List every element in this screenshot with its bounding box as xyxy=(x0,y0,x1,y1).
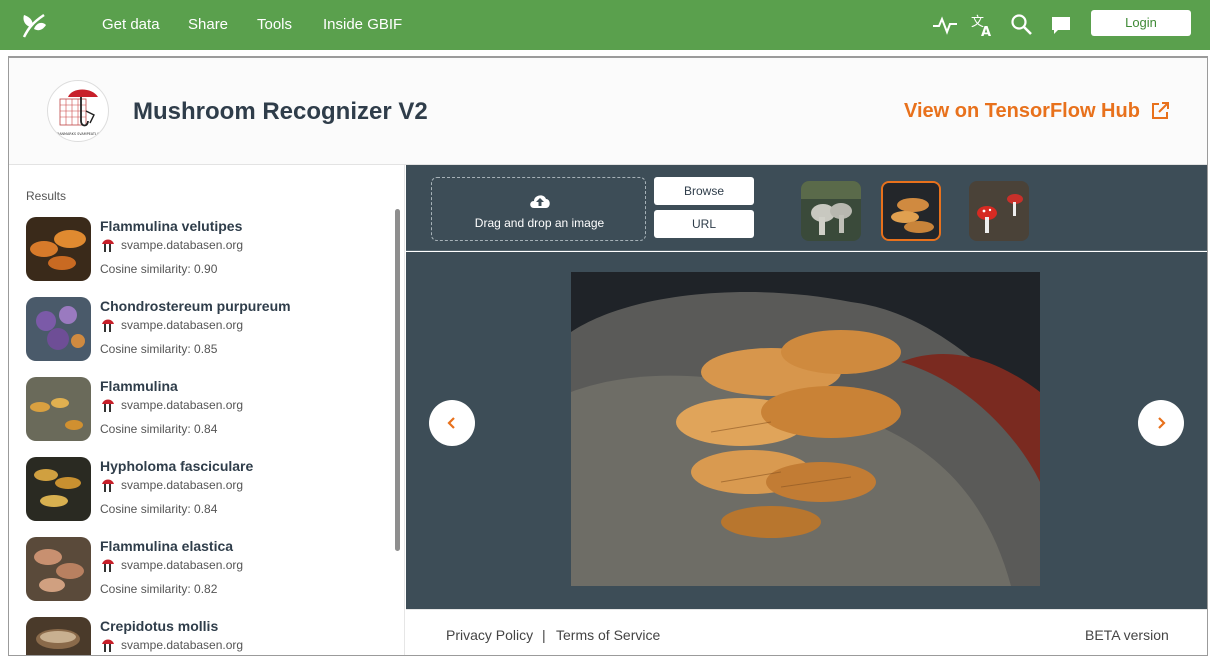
result-source[interactable]: svampe.databasen.org xyxy=(121,238,243,252)
result-name[interactable]: Flammulina elastica xyxy=(100,538,233,554)
image-dropzone[interactable]: Drag and drop an image xyxy=(431,177,646,241)
url-button[interactable]: URL xyxy=(654,210,754,238)
terms-of-service-link[interactable]: Terms of Service xyxy=(556,627,660,643)
dropzone-text: Drag and drop an image xyxy=(474,216,605,230)
previous-image-button[interactable] xyxy=(429,400,475,446)
result-source[interactable]: svampe.databasen.org xyxy=(121,398,243,412)
source-logo-icon xyxy=(102,639,114,652)
result-source[interactable]: svampe.databasen.org xyxy=(121,638,243,652)
source-logo-icon xyxy=(102,319,114,332)
privacy-policy-link[interactable]: Privacy Policy xyxy=(446,627,533,643)
result-item[interactable]: Flammulina elastica svampe.databasen.org… xyxy=(26,537,386,603)
result-item[interactable]: Crepidotus mollis svampe.databasen.org xyxy=(26,617,386,655)
result-name[interactable]: Chondrostereum purpureum xyxy=(100,298,291,314)
result-thumbnail xyxy=(26,217,91,281)
top-nav-bar: Get data Share Tools Inside GBIF 文 A Log… xyxy=(0,0,1210,50)
result-item[interactable]: Chondrostereum purpureum svampe.database… xyxy=(26,297,386,363)
nav-inside-gbif[interactable]: Inside GBIF xyxy=(323,16,402,33)
result-similarity: Cosine similarity: 0.84 xyxy=(100,502,218,516)
sidebar-scrollbar[interactable] xyxy=(395,209,400,551)
feedback-icon[interactable] xyxy=(1048,12,1074,38)
beta-version-label: BETA version xyxy=(1085,627,1169,643)
result-item[interactable]: Hypholoma fasciculare svampe.databasen.o… xyxy=(26,457,386,523)
page-title: Mushroom Recognizer V2 xyxy=(133,98,428,125)
source-logo-icon xyxy=(102,479,114,492)
nav-get-data[interactable]: Get data xyxy=(102,16,160,33)
result-item[interactable]: Flammulina velutipes svampe.databasen.or… xyxy=(26,217,386,283)
upload-toolbar: Drag and drop an image Browse URL xyxy=(406,165,1207,251)
source-logo-icon xyxy=(102,399,114,412)
search-icon[interactable] xyxy=(1009,12,1035,38)
image-viewer xyxy=(406,252,1207,609)
result-similarity: Cosine similarity: 0.90 xyxy=(100,262,218,276)
cloud-upload-icon xyxy=(530,195,550,208)
footer-separator: | xyxy=(542,627,546,643)
sample-image-2-selected[interactable] xyxy=(881,181,941,241)
result-source[interactable]: svampe.databasen.org xyxy=(121,558,243,572)
result-name[interactable]: Flammulina velutipes xyxy=(100,218,242,234)
app-frame: DANMARKS SVAMPEATLAS Mushroom Recognizer… xyxy=(8,56,1208,656)
page-header: DANMARKS SVAMPEATLAS Mushroom Recognizer… xyxy=(9,58,1207,165)
result-item[interactable]: Flammulina svampe.databasen.org Cosine s… xyxy=(26,377,386,443)
result-source[interactable]: svampe.databasen.org xyxy=(121,478,243,492)
result-name[interactable]: Crepidotus mollis xyxy=(100,618,218,634)
result-thumbnail xyxy=(26,537,91,601)
result-thumbnail xyxy=(26,617,91,655)
gbif-logo-icon[interactable] xyxy=(18,11,48,39)
svg-text:DANMARKS SVAMPEATLAS: DANMARKS SVAMPEATLAS xyxy=(57,132,102,136)
result-name[interactable]: Flammulina xyxy=(100,378,178,394)
result-similarity: Cosine similarity: 0.82 xyxy=(100,582,218,596)
tensorflow-hub-link[interactable]: View on TensorFlow Hub xyxy=(904,100,1140,123)
nav-tools[interactable]: Tools xyxy=(257,16,292,33)
results-sidebar: Results Flammulina velutipes svampe.data… xyxy=(9,165,405,655)
result-similarity: Cosine similarity: 0.84 xyxy=(100,422,218,436)
result-name[interactable]: Hypholoma fasciculare xyxy=(100,458,253,474)
result-thumbnail xyxy=(26,457,91,521)
sample-image-1[interactable] xyxy=(801,181,861,241)
svampeatlas-logo: DANMARKS SVAMPEATLAS xyxy=(47,80,109,142)
chevron-left-icon xyxy=(447,417,455,429)
result-similarity: Cosine similarity: 0.85 xyxy=(100,342,218,356)
external-link-icon[interactable] xyxy=(1150,101,1170,121)
browse-button[interactable]: Browse xyxy=(654,177,754,205)
result-source[interactable]: svampe.databasen.org xyxy=(121,318,243,332)
sample-image-3[interactable] xyxy=(969,181,1029,241)
page-footer: Privacy Policy | Terms of Service BETA v… xyxy=(406,609,1207,655)
translate-icon[interactable]: 文 A xyxy=(970,12,996,38)
result-thumbnail xyxy=(26,297,91,361)
activity-icon[interactable] xyxy=(932,12,958,38)
source-logo-icon xyxy=(102,559,114,572)
query-image xyxy=(571,272,1040,586)
svg-text:A: A xyxy=(981,25,991,38)
results-heading: Results xyxy=(26,189,67,203)
login-button[interactable]: Login xyxy=(1091,10,1191,36)
chevron-right-icon xyxy=(1158,417,1166,429)
result-thumbnail xyxy=(26,377,91,441)
next-image-button[interactable] xyxy=(1138,400,1184,446)
source-logo-icon xyxy=(102,239,114,252)
nav-share[interactable]: Share xyxy=(188,16,228,33)
